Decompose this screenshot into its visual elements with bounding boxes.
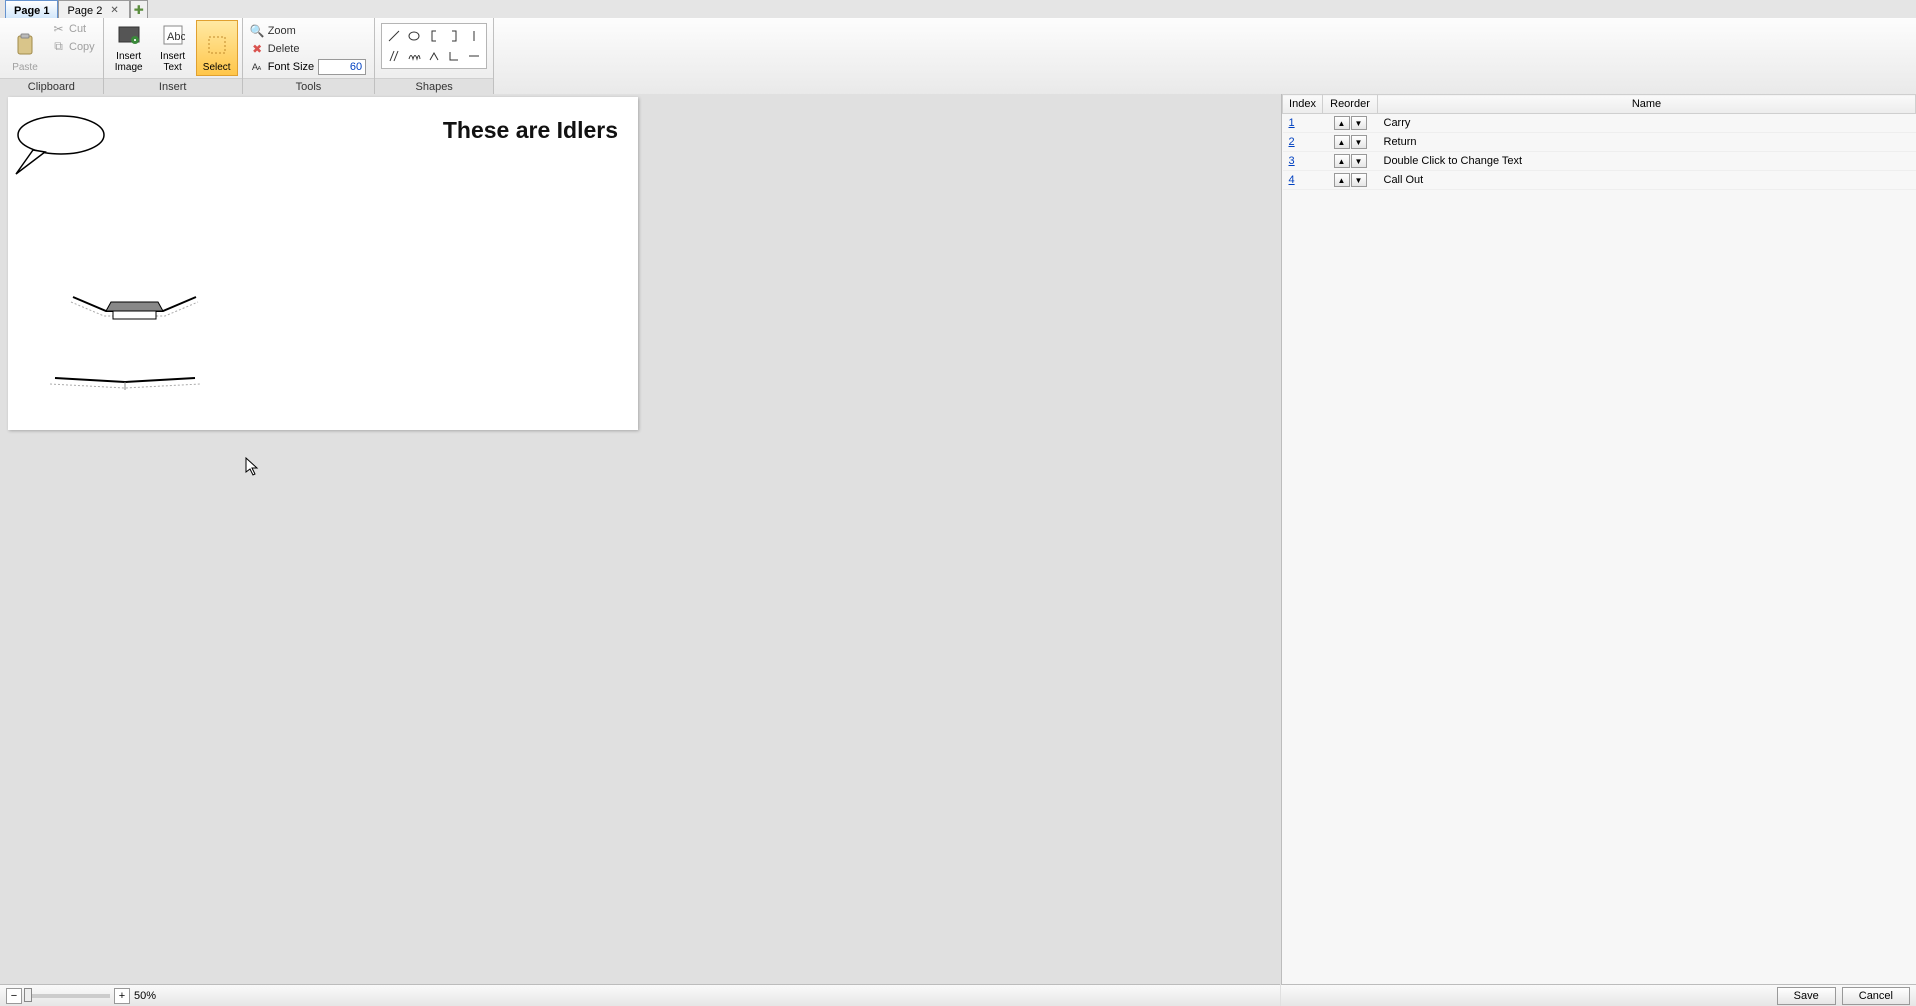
shapes-table: Index Reorder Name 1 ▲▼ Carry 2 ▲▼ Retur…: [1282, 94, 1916, 190]
font-size-input[interactable]: [318, 59, 366, 75]
move-down-button[interactable]: ▼: [1351, 173, 1367, 187]
ribbon-group-clipboard: Paste ✂ Cut ⧉ Copy Clipboard: [0, 18, 104, 95]
svg-text:A: A: [257, 66, 261, 72]
table-row[interactable]: 3 ▲▼ Double Click to Change Text: [1283, 152, 1916, 171]
cursor-icon: [245, 457, 261, 477]
shape-dash[interactable]: [465, 47, 483, 65]
return-idler-shape[interactable]: [45, 372, 205, 397]
tab-label: Page 1: [14, 5, 49, 17]
row-index[interactable]: 3: [1289, 155, 1295, 167]
zoom-icon: 🔍: [251, 24, 264, 37]
tab-bar: Page 1 Page 2 ✕ ✚: [0, 0, 1916, 18]
ribbon-group-tools: 🔍 Zoom ✖ Delete AA Font Size Tools: [243, 18, 375, 95]
zoom-label: Zoom: [268, 25, 296, 37]
row-index[interactable]: 2: [1289, 136, 1295, 148]
zoom-slider[interactable]: [26, 994, 110, 998]
move-up-button[interactable]: ▲: [1334, 173, 1350, 187]
tab-page-1[interactable]: Page 1: [5, 0, 58, 18]
move-up-button[interactable]: ▲: [1334, 154, 1350, 168]
select-button[interactable]: Select: [196, 20, 238, 76]
shape-caret[interactable]: [425, 47, 443, 65]
delete-icon: ✖: [251, 42, 264, 55]
cut-label: Cut: [69, 23, 86, 35]
tab-page-2[interactable]: Page 2 ✕: [58, 0, 129, 18]
row-name[interactable]: Carry: [1378, 114, 1916, 133]
save-button[interactable]: Save: [1777, 987, 1836, 1005]
ribbon: Paste ✂ Cut ⧉ Copy Clipboard Insert: [0, 18, 1916, 96]
tab-label: Page 2: [67, 5, 102, 17]
paste-label: Paste: [12, 62, 38, 73]
add-tab-button[interactable]: ✚: [130, 0, 148, 18]
shapes-gallery: [381, 23, 487, 69]
work-area: These are Idlers −: [0, 94, 1916, 1006]
table-row[interactable]: 2 ▲▼ Return: [1283, 133, 1916, 152]
group-title: Clipboard: [0, 78, 103, 95]
carry-idler-shape[interactable]: [68, 292, 203, 332]
zoom-level-label: 50%: [134, 990, 156, 1002]
shape-line-diag[interactable]: [385, 27, 403, 45]
move-down-button[interactable]: ▼: [1351, 154, 1367, 168]
zoom-button[interactable]: 🔍 Zoom: [247, 22, 370, 39]
text-icon: Abc: [160, 23, 186, 47]
row-index[interactable]: 1: [1289, 117, 1295, 129]
shape-vertical[interactable]: [465, 27, 483, 45]
move-up-button[interactable]: ▲: [1334, 116, 1350, 130]
row-name[interactable]: Return: [1378, 133, 1916, 152]
insert-text-button[interactable]: Abc Insert Text: [152, 20, 194, 76]
font-size-label: Font Size: [268, 61, 314, 73]
side-panel: Index Reorder Name 1 ▲▼ Carry 2 ▲▼ Retur…: [1281, 94, 1916, 1006]
row-name[interactable]: Call Out: [1378, 171, 1916, 190]
font-size-icon: AA: [251, 60, 264, 73]
group-title: Shapes: [375, 78, 493, 95]
close-icon[interactable]: ✕: [108, 5, 120, 16]
copy-icon: ⧉: [52, 40, 65, 53]
cut-button[interactable]: ✂ Cut: [48, 20, 99, 37]
row-name[interactable]: Double Click to Change Text: [1378, 152, 1916, 171]
svg-text:Abc: Abc: [167, 31, 185, 43]
col-index[interactable]: Index: [1283, 95, 1323, 114]
shape-double-line[interactable]: [385, 47, 403, 65]
paste-button[interactable]: Paste: [4, 20, 46, 76]
shape-bracket-right[interactable]: [445, 27, 463, 45]
cut-icon: ✂: [52, 22, 65, 35]
shape-bracket-left[interactable]: [425, 27, 443, 45]
group-title: Tools: [243, 78, 374, 95]
action-bar: Save Cancel: [1281, 984, 1916, 1006]
zoom-thumb[interactable]: [24, 988, 32, 1002]
col-name[interactable]: Name: [1378, 95, 1916, 114]
insert-image-label: Insert Image: [115, 51, 143, 73]
insert-image-button[interactable]: Insert Image: [108, 20, 150, 76]
select-label: Select: [203, 62, 231, 73]
insert-text-label: Insert Text: [160, 51, 185, 73]
callout-shape[interactable]: [13, 112, 108, 177]
paste-icon: [12, 32, 38, 58]
copy-button[interactable]: ⧉ Copy: [48, 38, 99, 55]
table-row[interactable]: 4 ▲▼ Call Out: [1283, 171, 1916, 190]
group-title: Insert: [104, 78, 242, 95]
zoom-bar: − + 50%: [0, 984, 1280, 1006]
title-text-shape[interactable]: These are Idlers: [443, 117, 618, 144]
shape-angle[interactable]: [445, 47, 463, 65]
shape-wave[interactable]: [405, 47, 423, 65]
move-down-button[interactable]: ▼: [1351, 116, 1367, 130]
image-icon: [116, 23, 142, 47]
table-row[interactable]: 1 ▲▼ Carry: [1283, 114, 1916, 133]
delete-button[interactable]: ✖ Delete: [247, 40, 370, 57]
zoom-in-button[interactable]: +: [114, 988, 130, 1004]
cancel-button[interactable]: Cancel: [1842, 987, 1910, 1005]
row-index[interactable]: 4: [1289, 174, 1295, 186]
select-icon: [204, 32, 230, 58]
move-up-button[interactable]: ▲: [1334, 135, 1350, 149]
move-down-button[interactable]: ▼: [1351, 135, 1367, 149]
shape-ellipse[interactable]: [405, 27, 423, 45]
copy-label: Copy: [69, 41, 95, 53]
delete-label: Delete: [268, 43, 300, 55]
col-reorder[interactable]: Reorder: [1323, 95, 1378, 114]
ribbon-group-shapes: Shapes: [375, 18, 494, 95]
zoom-out-button[interactable]: −: [6, 988, 22, 1004]
canvas[interactable]: These are Idlers −: [0, 94, 1281, 1006]
ribbon-group-insert: Insert Image Abc Insert Text Select Inse…: [104, 18, 243, 95]
page-surface[interactable]: These are Idlers: [8, 97, 638, 430]
